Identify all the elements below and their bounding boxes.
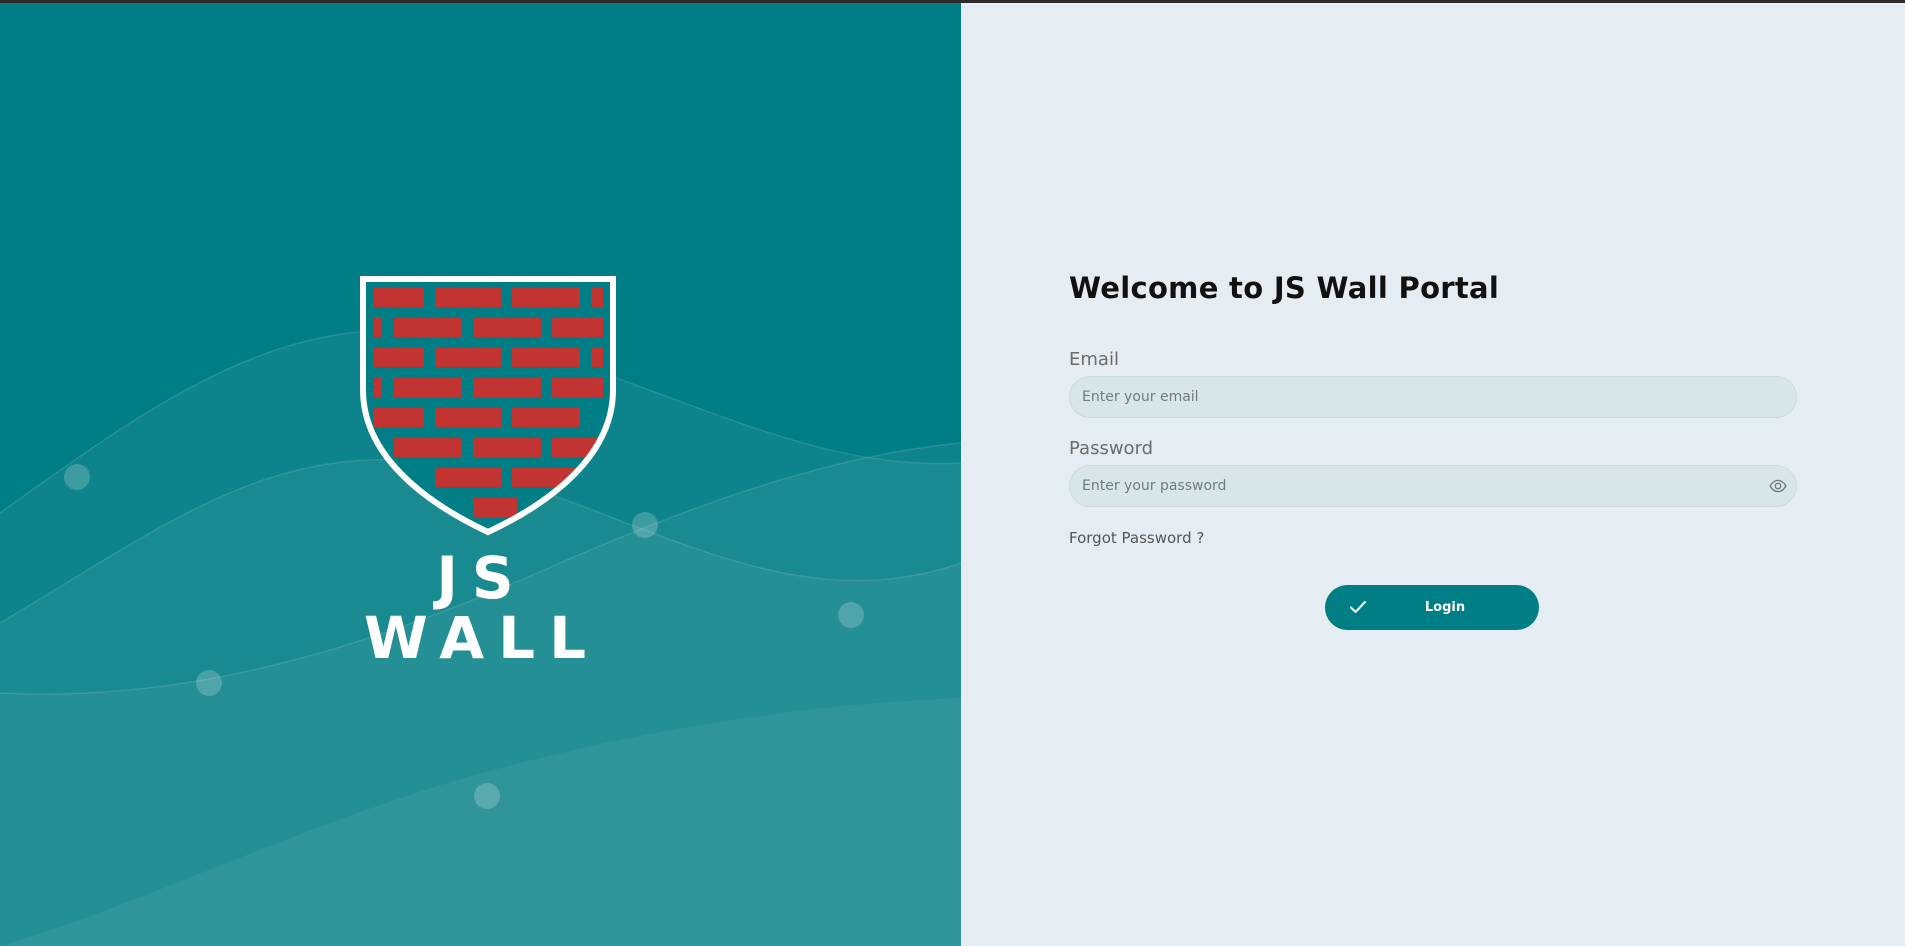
login-button[interactable]: Login: [1325, 585, 1539, 630]
login-page: JS WALL Welcome to JS Wall Portal Email …: [0, 3, 1905, 946]
password-label: Password: [1069, 438, 1154, 459]
password-field-wrapper: [1069, 465, 1797, 507]
brand-panel: JS WALL: [0, 3, 961, 946]
eye-icon[interactable]: [1769, 477, 1787, 495]
password-input[interactable]: [1069, 465, 1797, 507]
login-panel: Welcome to JS Wall Portal Email Password…: [961, 3, 1905, 946]
email-field-wrapper: [1069, 376, 1797, 418]
login-button-label: Login: [1424, 600, 1466, 615]
page-title: Welcome to JS Wall Portal: [1069, 271, 1500, 305]
email-label: Email: [1069, 349, 1119, 370]
forgot-password-link[interactable]: Forgot Password ?: [1069, 529, 1204, 547]
login-form: Welcome to JS Wall Portal Email Password…: [1069, 271, 1797, 630]
shield-logo-icon: [360, 276, 616, 536]
email-input[interactable]: [1069, 376, 1797, 418]
logo-text: JS WALL: [363, 544, 601, 672]
